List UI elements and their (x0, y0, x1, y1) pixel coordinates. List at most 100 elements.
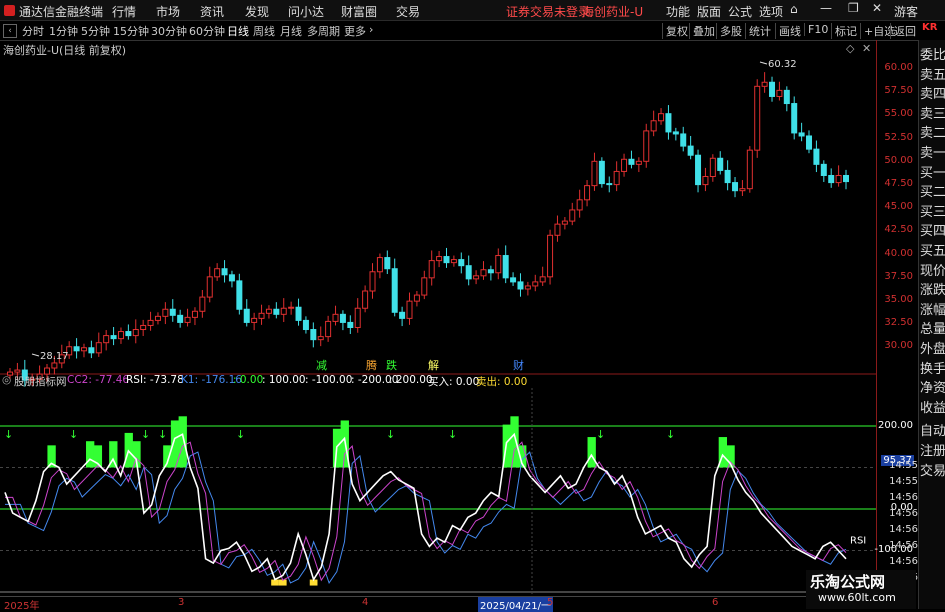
period-tab-timeshare[interactable]: 分时 (22, 23, 44, 39)
tool-adjust[interactable]: 复权 (662, 23, 688, 39)
candle-body (421, 277, 428, 296)
period-tab-multi[interactable]: 多周期 (307, 23, 340, 39)
panel-item: 换手 (920, 361, 945, 377)
menu-item-news[interactable]: 资讯 (200, 3, 224, 20)
menu-item-formula[interactable]: 公式 (728, 3, 752, 20)
candle-body (547, 234, 554, 278)
legend-collapse-icon[interactable]: ◎ (2, 374, 11, 386)
candle-body (709, 157, 716, 178)
time-label: 14:56 (889, 492, 918, 503)
event-marker: 财 (513, 358, 524, 372)
menu-item-trade[interactable]: 交易 (396, 3, 420, 20)
candle-body (125, 331, 132, 337)
price-axis: 60.00 57.50 55.00 52.50 50.00 47.50 45.00 42.50… (874, 40, 918, 600)
period-tab-more[interactable]: 更多 (344, 23, 366, 39)
candle-body (14, 369, 21, 373)
panel-item: 买二 (920, 185, 945, 201)
legend-line-0: : 0.00 (233, 374, 264, 386)
candle-body (635, 160, 642, 165)
time-label: 14:56 (889, 524, 918, 535)
time-label: 14:56 (889, 508, 918, 519)
buy-arrow: ↓ (596, 428, 605, 441)
panel-item[interactable]: 注册 (920, 440, 945, 459)
tool-draw[interactable]: 画线 (775, 23, 801, 39)
candle-body (302, 319, 309, 331)
candle-body (236, 280, 243, 310)
guest-label[interactable]: 游客 (894, 3, 918, 20)
candle-body (480, 269, 487, 277)
tool-f10[interactable]: F10 (804, 23, 828, 36)
menu-item-wealth[interactable]: 财富圈 (341, 3, 377, 20)
watermark-title: 乐淘公式网 (810, 573, 886, 591)
chart-area[interactable]: 海创药业-U(日线 前复权) ◇ ✕ 60.32 28.17 减腾跌解财 ↓ ↓ ↓ ↓ ↓ ↓… (0, 40, 877, 600)
minimize-icon[interactable]: — (820, 1, 832, 15)
candle-body (702, 176, 709, 186)
candle-body (265, 308, 272, 314)
menu-item-discover[interactable]: 发现 (245, 3, 269, 20)
candle-body (436, 256, 443, 262)
menu-item-ask[interactable]: 问小达 (288, 3, 324, 20)
menu-item-function[interactable]: 功能 (666, 3, 690, 20)
tool-mark[interactable]: 标记 (831, 23, 857, 39)
event-marker: 跌 (386, 358, 397, 372)
candle-body (695, 154, 702, 186)
period-tab-weekly[interactable]: 周线 (253, 23, 275, 39)
indicator-axis-tick: 200.00 (878, 420, 913, 431)
menu-item-options[interactable]: 选项 (759, 3, 783, 20)
price-tick: 47.50 (884, 178, 913, 189)
candle-body (843, 174, 849, 183)
period-tab-60min[interactable]: 60分钟 (189, 23, 225, 39)
menu-item-market[interactable]: 市场 (156, 3, 180, 20)
legend-sell: 卖出: 0.00 (476, 376, 528, 388)
signal-fill (510, 416, 519, 468)
panel-item[interactable]: 交易 (920, 460, 945, 479)
candle-body (110, 335, 117, 340)
candle-body (820, 163, 827, 176)
user-icon[interactable]: ⌂ (790, 2, 798, 16)
restore-icon[interactable]: ❐ (848, 1, 859, 15)
buy-arrow: ↓ (448, 428, 457, 441)
candle-body (95, 342, 102, 354)
candle-body (169, 308, 176, 316)
period-tab-5min[interactable]: 5分钟 (81, 23, 110, 39)
tool-multi-stock[interactable]: 多股 (716, 23, 742, 39)
candle-body (584, 185, 591, 201)
candle-body (769, 81, 776, 97)
more-chevron-icon[interactable]: › (369, 23, 373, 36)
period-tab-1min[interactable]: 1分钟 (49, 23, 78, 39)
tool-overlay[interactable]: 叠加 (689, 23, 715, 39)
panel-item[interactable]: 自动 (920, 420, 945, 439)
candle-body (288, 306, 295, 309)
candle-body (458, 259, 465, 267)
panel-item: 卖五 (920, 67, 945, 83)
candle-body (665, 113, 672, 133)
event-marker: 解 (428, 358, 439, 372)
tool-return[interactable]: 返回 (890, 23, 916, 39)
buy-arrow: ↓ (386, 428, 395, 441)
login-notice[interactable]: 证券交易未登录 (506, 3, 590, 20)
period-tab-daily[interactable]: 日线 (227, 23, 249, 39)
period-tab-30min[interactable]: 30分钟 (151, 23, 187, 39)
panel-item: 卖二 (920, 126, 945, 142)
menu-item-layout[interactable]: 版面 (697, 3, 721, 20)
candle-body (813, 148, 820, 165)
time-label: 14:56 (889, 540, 918, 551)
close-icon[interactable]: ✕ (872, 1, 882, 15)
event-marker: 减 (316, 359, 327, 372)
period-tab-monthly[interactable]: 月线 (280, 23, 302, 39)
tool-stats[interactable]: 统计 (745, 23, 771, 39)
panel-item: 买三 (920, 204, 945, 220)
candle-body (221, 268, 228, 276)
candle-body (621, 158, 628, 172)
panel-item: 收益 (920, 400, 945, 416)
panel-item: 涨幅 (920, 302, 945, 318)
menu-item-quotes[interactable]: 行情 (112, 3, 136, 20)
candle-body (317, 336, 324, 341)
buy-arrow: ↓ (236, 428, 245, 441)
candle-body (510, 277, 517, 283)
period-tab-15min[interactable]: 15分钟 (113, 23, 149, 39)
date-label-year: 2025年 (4, 601, 40, 612)
candle-body (650, 120, 657, 132)
date-label-march: 3 (178, 597, 185, 608)
nav-back-icon[interactable]: ‹ (3, 24, 17, 38)
